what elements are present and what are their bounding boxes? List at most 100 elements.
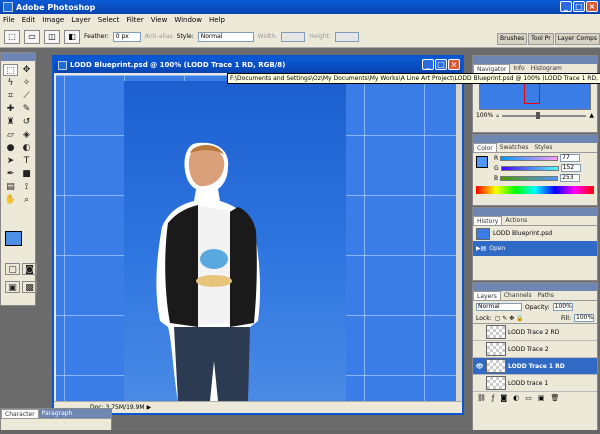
quick-mask-icon[interactable]: ◙ bbox=[22, 263, 37, 275]
layers-header[interactable] bbox=[473, 283, 597, 291]
document-title-bar[interactable]: LODD Blueprint.psd @ 100% (LODD Trace 1 … bbox=[54, 57, 462, 73]
maximize-button[interactable]: □ bbox=[573, 1, 585, 12]
delete-layer-icon[interactable]: 🗑 bbox=[551, 394, 560, 402]
history-header[interactable] bbox=[473, 208, 597, 216]
canvas[interactable] bbox=[56, 75, 458, 405]
slice-tool-icon[interactable]: ⟋ bbox=[19, 90, 34, 102]
standard-mode-icon[interactable]: ▢ bbox=[5, 263, 20, 275]
move-tool-icon[interactable]: ✥ bbox=[19, 64, 34, 76]
close-button[interactable]: × bbox=[586, 1, 598, 12]
color-fg-chip[interactable] bbox=[476, 156, 488, 168]
hand-tool-icon[interactable]: ✋ bbox=[3, 194, 18, 206]
menu-file[interactable]: File bbox=[3, 16, 15, 24]
width-input[interactable] bbox=[281, 31, 306, 42]
brush-tool-icon[interactable]: ✎ bbox=[19, 103, 34, 115]
screen-mode-icon[interactable]: ▣ bbox=[5, 281, 20, 293]
layer-style-icon[interactable]: ƒ bbox=[492, 394, 494, 402]
layer-mask-icon[interactable]: ◙ bbox=[500, 394, 507, 402]
marquee-tool-icon[interactable]: ⬚ bbox=[4, 29, 20, 44]
tab-actions[interactable]: Actions bbox=[502, 216, 530, 225]
tab-styles[interactable]: Styles bbox=[531, 143, 555, 152]
status-arrow-icon[interactable]: ▶ bbox=[147, 404, 152, 411]
zoom-in-icon[interactable]: ▲ bbox=[589, 112, 594, 119]
eye-icon[interactable]: 👁 bbox=[475, 363, 484, 370]
clone-stamp-icon[interactable]: ♜ bbox=[3, 116, 18, 128]
opacity-input[interactable]: 100% bbox=[552, 303, 573, 311]
layer-row-selected[interactable]: 👁 LODD Trace 1 RD bbox=[473, 358, 597, 375]
r-input[interactable]: 77 bbox=[560, 154, 581, 162]
add-selection-icon[interactable]: ◫ bbox=[44, 29, 60, 44]
bucket-tool-icon[interactable]: ◈ bbox=[19, 129, 34, 141]
tab-character[interactable]: Character bbox=[1, 409, 39, 418]
doc-close-button[interactable]: × bbox=[448, 59, 460, 70]
healing-brush-icon[interactable]: ✚ bbox=[3, 103, 18, 115]
tab-histogram[interactable]: Histogram bbox=[528, 64, 565, 73]
magic-wand-icon[interactable]: ✧ bbox=[19, 77, 34, 89]
eraser-tool-icon[interactable]: ▱ bbox=[3, 129, 18, 141]
navigator-header[interactable] bbox=[473, 56, 597, 64]
height-input[interactable] bbox=[335, 31, 360, 42]
history-brush-icon[interactable]: ↺ bbox=[19, 116, 34, 128]
minimize-button[interactable]: _ bbox=[560, 1, 572, 12]
r-slider[interactable] bbox=[500, 155, 559, 161]
doc-maximize-button[interactable]: □ bbox=[435, 59, 447, 70]
doc-minimize-button[interactable]: _ bbox=[422, 59, 434, 70]
tab-history[interactable]: History bbox=[473, 216, 503, 225]
layer-row[interactable]: LODD trace 1 bbox=[473, 375, 597, 392]
pen-tool-icon[interactable]: ✒ bbox=[3, 168, 18, 180]
menu-window[interactable]: Window bbox=[174, 16, 202, 24]
navigator-zoom-value[interactable]: 100% bbox=[476, 112, 493, 119]
lasso-tool-icon[interactable]: ϟ bbox=[3, 77, 18, 89]
tab-navigator[interactable]: Navigator bbox=[473, 64, 511, 73]
zoom-slider[interactable] bbox=[502, 111, 587, 119]
well-tab-layer-comps[interactable]: Layer Comps bbox=[554, 33, 600, 45]
layer-row[interactable]: LODD Trace 2 RD bbox=[473, 324, 597, 341]
tab-swatches[interactable]: Swatches bbox=[497, 143, 532, 152]
dodge-tool-icon[interactable]: ◐ bbox=[19, 142, 34, 154]
notes-tool-icon[interactable]: ▤ bbox=[3, 181, 18, 193]
marquee-tool-icon[interactable]: ⬚ bbox=[3, 64, 18, 76]
menu-filter[interactable]: Filter bbox=[126, 16, 143, 24]
feather-input[interactable]: 0 px bbox=[112, 31, 141, 42]
tab-channels[interactable]: Channels bbox=[501, 291, 535, 300]
history-snapshot[interactable]: LODD Blueprint.psd bbox=[473, 226, 597, 241]
menu-layer[interactable]: Layer bbox=[71, 16, 91, 24]
type-tool-icon[interactable]: T bbox=[19, 155, 34, 167]
color-spectrum[interactable] bbox=[476, 186, 594, 194]
blend-mode-select[interactable]: Normal bbox=[476, 303, 522, 311]
lock-icons[interactable]: ▢ ✎ ✥ 🔒 bbox=[495, 315, 524, 322]
new-layer-icon[interactable]: ▣ bbox=[538, 394, 545, 402]
full-screen-icon[interactable]: ▩ bbox=[22, 281, 37, 293]
menu-view[interactable]: View bbox=[151, 16, 168, 24]
blur-tool-icon[interactable]: ● bbox=[3, 142, 18, 154]
path-selection-icon[interactable]: ➤ bbox=[3, 155, 18, 167]
history-state-open[interactable]: ▶▤ Open bbox=[473, 241, 597, 256]
shape-tool-icon[interactable]: ■ bbox=[19, 168, 34, 180]
style-select[interactable]: Normal bbox=[197, 31, 254, 42]
menu-select[interactable]: Select bbox=[98, 16, 120, 24]
tab-layers[interactable]: Layers bbox=[473, 291, 501, 300]
zoom-tool-icon[interactable]: ⌕ bbox=[19, 194, 34, 206]
fill-input[interactable]: 100% bbox=[574, 314, 594, 322]
adjustment-layer-icon[interactable]: ◐ bbox=[513, 394, 519, 402]
tab-color[interactable]: Color bbox=[473, 143, 497, 152]
tab-paths[interactable]: Paths bbox=[535, 291, 557, 300]
b-slider[interactable] bbox=[500, 175, 559, 181]
tab-info[interactable]: Info bbox=[510, 64, 527, 73]
vertical-scrollbar[interactable] bbox=[456, 75, 462, 405]
well-tab-tool-presets[interactable]: Tool Pr bbox=[528, 33, 554, 45]
well-tab-brushes[interactable]: Brushes bbox=[497, 33, 528, 45]
new-group-icon[interactable]: ▭ bbox=[525, 394, 532, 402]
eyedropper-icon[interactable]: ⟟ bbox=[19, 181, 34, 193]
link-layers-icon[interactable]: ⛓ bbox=[477, 394, 486, 402]
menu-help[interactable]: Help bbox=[209, 16, 225, 24]
antialias-checkbox[interactable]: Anti-alias bbox=[145, 33, 173, 40]
tab-paragraph[interactable]: Paragraph bbox=[39, 409, 76, 418]
layer-row[interactable]: LODD Trace 2 bbox=[473, 341, 597, 358]
g-input[interactable]: 152 bbox=[560, 164, 581, 172]
g-slider[interactable] bbox=[500, 165, 559, 171]
new-selection-icon[interactable]: ▭ bbox=[24, 29, 40, 44]
menu-edit[interactable]: Edit bbox=[22, 16, 36, 24]
zoom-out-icon[interactable]: ▵ bbox=[496, 112, 499, 119]
crop-tool-icon[interactable]: ⌗ bbox=[3, 90, 18, 102]
